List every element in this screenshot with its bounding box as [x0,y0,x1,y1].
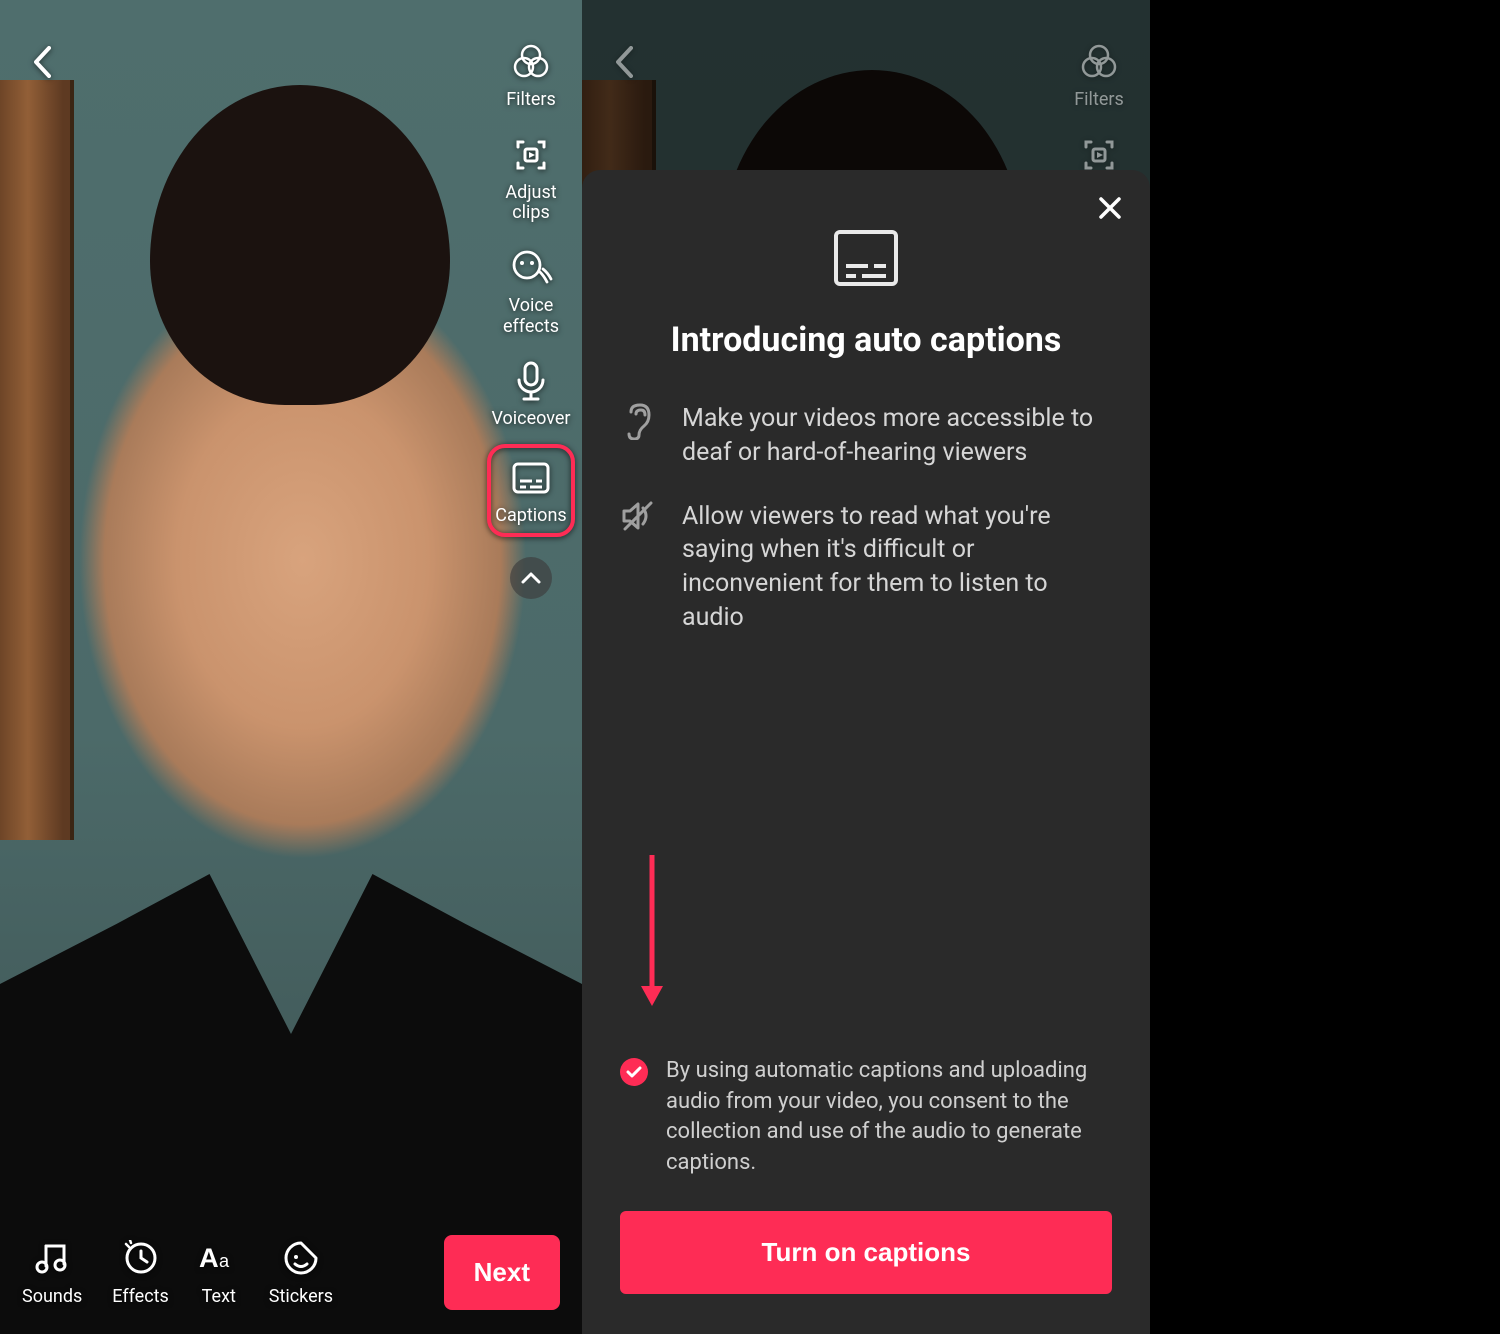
stickers-tool[interactable]: Stickers [269,1238,333,1307]
chevron-up-icon [520,571,542,585]
music-note-icon [32,1238,72,1278]
ear-icon [620,402,656,470]
close-icon [1097,195,1123,221]
text-icon: Aa [199,1238,239,1278]
voice-effects-icon [509,246,553,290]
mute-icon [620,500,656,635]
side-toolbar: Filters [1054,40,1144,177]
adjust-clips-label: Adjust clips [486,183,576,224]
bullet-readability: Allow viewers to read what you're saying… [620,500,1112,635]
next-button[interactable]: Next [444,1235,560,1310]
adjust-clips-icon [509,133,553,177]
filters-icon [509,40,553,84]
filters-tool[interactable]: Filters [506,40,556,111]
captions-tool[interactable]: Captions [487,444,574,537]
filters-label: Filters [1074,90,1124,111]
check-icon [626,1066,642,1078]
filters-icon [1077,40,1121,84]
editor-screen-right: Filters Introducing auto captions Make y… [582,0,1150,1334]
effects-label: Effects [112,1286,169,1307]
adjust-clips-tool[interactable]: Adjust clips [486,133,576,224]
effects-tool[interactable]: Effects [112,1238,169,1307]
captions-intro-icon [832,228,900,288]
sounds-tool[interactable]: Sounds [22,1238,82,1307]
filters-tool: Filters [1074,40,1124,111]
text-tool[interactable]: Aa Text [199,1238,239,1307]
auto-captions-modal: Introducing auto captions Make your vide… [582,170,1150,1334]
stickers-icon [281,1238,321,1278]
modal-title: Introducing auto captions [620,320,1112,360]
filters-label: Filters [506,90,556,111]
voice-effects-tool[interactable]: Voice effects [503,246,559,337]
editor-screen-left: Filters Adjust clips Voice effects Voice… [0,0,582,1334]
sounds-label: Sounds [22,1286,82,1307]
side-toolbar: Filters Adjust clips Voice effects Voice… [486,40,576,599]
close-button[interactable] [1092,190,1128,226]
voiceover-label: Voiceover [491,409,570,430]
bullet-readability-text: Allow viewers to read what you're saying… [682,500,1112,635]
collapse-tools-button[interactable] [510,557,552,599]
annotation-arrow [637,850,667,1010]
captions-icon [509,456,553,500]
chevron-left-icon [31,45,53,79]
voice-effects-label: Voice effects [503,296,559,337]
bottom-toolbar: Sounds Effects Aa Text Stickers [0,1235,582,1310]
chevron-left-icon [613,45,635,79]
consent-row[interactable]: By using automatic captions and uploadin… [620,1056,1112,1179]
bullet-accessibility-text: Make your videos more accessible to deaf… [682,402,1112,470]
text-label: Text [202,1286,236,1307]
consent-checkbox[interactable] [620,1058,648,1086]
bullet-accessibility: Make your videos more accessible to deaf… [620,402,1112,470]
effects-icon [121,1238,161,1278]
voiceover-tool[interactable]: Voiceover [491,359,570,430]
svg-text:a: a [219,1251,230,1271]
captions-label: Captions [495,506,566,527]
back-button[interactable] [602,40,646,84]
stickers-label: Stickers [269,1286,333,1307]
turn-on-captions-button[interactable]: Turn on captions [620,1211,1112,1294]
consent-text: By using automatic captions and uploadin… [666,1056,1112,1179]
mic-icon [509,359,553,403]
back-button[interactable] [20,40,64,84]
svg-text:A: A [199,1242,219,1273]
